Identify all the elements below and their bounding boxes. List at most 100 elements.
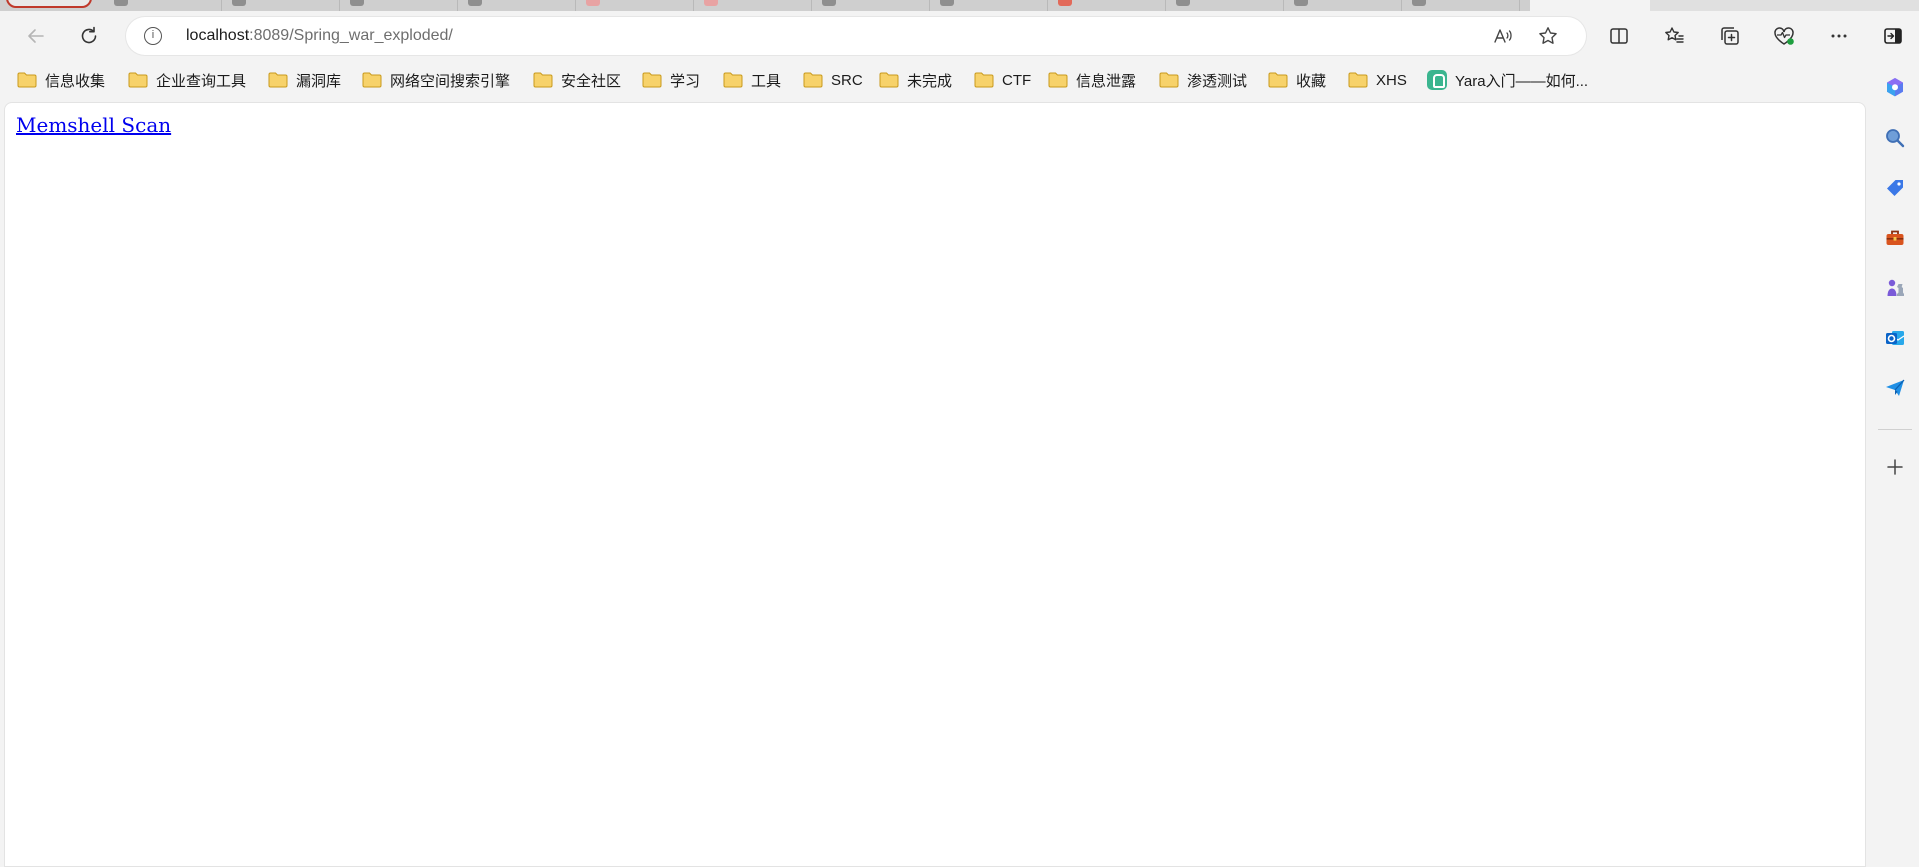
bookmark-folder[interactable]: XHS (1348, 61, 1407, 99)
tab-favicon-icon (940, 0, 954, 6)
tab-favicon-icon (350, 0, 364, 6)
folder-icon (128, 72, 148, 88)
tab[interactable] (1650, 0, 1919, 11)
tab[interactable] (576, 0, 694, 11)
tab[interactable] (340, 0, 458, 11)
favorite-star-button[interactable] (1535, 23, 1561, 49)
bookmark-label: 渗透测试 (1187, 72, 1248, 90)
tag-icon (1887, 180, 1903, 196)
bookmark-folder[interactable]: 工具 (723, 61, 781, 99)
search-icon (1886, 129, 1905, 148)
drop-button[interactable] (1882, 375, 1908, 401)
tab[interactable] (1166, 0, 1284, 11)
tab-favicon-icon (822, 0, 836, 6)
bookmark-label: 企业查询工具 (156, 72, 247, 90)
profile-button[interactable] (6, 0, 92, 8)
bookmark-label: 收藏 (1296, 72, 1327, 90)
chess-pieces-icon (1887, 279, 1904, 296)
url-host: localhost (186, 27, 250, 44)
site-info-icon[interactable]: i (144, 27, 162, 45)
add-sidebar-app-button[interactable] (1882, 454, 1908, 480)
settings-more-button[interactable] (1823, 20, 1855, 52)
bookmark-label: 信息泄露 (1076, 72, 1137, 90)
bookmark-label: 信息收集 (45, 72, 106, 90)
folder-icon (974, 72, 994, 88)
arrow-left-icon (28, 29, 44, 43)
sidebar-toggle-icon (1884, 28, 1902, 44)
tab-strip (0, 0, 1919, 11)
bookmark-folder[interactable]: 渗透测试 (1159, 61, 1247, 99)
favorites-button[interactable] (1658, 20, 1690, 52)
tab[interactable] (222, 0, 340, 11)
tab[interactable] (694, 0, 812, 11)
bookmark-folder[interactable]: 漏洞库 (268, 61, 341, 99)
search-sidebar-button[interactable] (1882, 125, 1908, 151)
bookmark-folder[interactable]: 企业查询工具 (128, 61, 246, 99)
tab[interactable] (1402, 0, 1520, 11)
collections-button[interactable] (1714, 20, 1746, 52)
refresh-icon (81, 26, 97, 44)
copilot-button[interactable] (1882, 75, 1908, 101)
tab-favicon-icon (1176, 0, 1190, 6)
tab[interactable] (1284, 0, 1402, 11)
read-aloud-button[interactable] (1490, 23, 1516, 49)
bookmark-folder[interactable]: 安全社区 (533, 61, 621, 99)
paper-plane-icon (1886, 379, 1905, 396)
bookmark-label: 安全社区 (561, 72, 622, 90)
folder-icon (723, 72, 743, 88)
plus-icon (1887, 459, 1903, 475)
tab-favicon-icon (704, 0, 718, 6)
tab[interactable] (930, 0, 1048, 11)
star-icon (1539, 27, 1557, 44)
bookmark-folder[interactable]: 信息泄露 (1048, 61, 1136, 99)
folder-icon (642, 72, 662, 88)
heart-pulse-icon (1774, 27, 1794, 45)
outlook-icon (1886, 331, 1905, 345)
bookmark-folder[interactable]: CTF (974, 61, 1031, 99)
tab-active[interactable] (1530, 0, 1650, 11)
bookmark-label: 学习 (670, 72, 701, 90)
bookmark-folder[interactable]: 学习 (642, 61, 700, 99)
folder-icon (362, 72, 382, 88)
url-text[interactable]: localhost:8089/Spring_war_exploded/ (186, 17, 453, 55)
sidebar-divider (1878, 429, 1912, 430)
sidebar-toggle-button[interactable] (1877, 20, 1909, 52)
collections-icon (1721, 27, 1739, 45)
bookmark-label: CTF (1002, 71, 1032, 89)
tab[interactable] (458, 0, 576, 11)
shopping-button[interactable] (1882, 175, 1908, 201)
folder-icon (1159, 72, 1179, 88)
folder-icon (879, 72, 899, 88)
tab-favicon-icon (1412, 0, 1426, 6)
games-button[interactable] (1882, 275, 1908, 301)
folder-icon (268, 72, 288, 88)
bookmarks-bar: 信息收集 企业查询工具 漏洞库 网络空间搜索引擎 安全社区 学习 工具 SRC … (0, 61, 1870, 99)
bookmark-folder[interactable]: 未完成 (879, 61, 952, 99)
favorites-list-icon (1665, 27, 1684, 43)
edge-sidebar (1870, 61, 1919, 867)
folder-icon (17, 72, 37, 88)
tab[interactable] (104, 0, 222, 11)
tab-favicon-icon (468, 0, 482, 6)
browser-toolbar: i localhost:8089/Spring_war_exploded/ (0, 11, 1919, 61)
bookmark-label: Yara入门——如何... (1455, 72, 1589, 90)
bookmark-folder[interactable]: 信息收集 (17, 61, 105, 99)
bookmark-label: 漏洞库 (296, 72, 342, 90)
tab[interactable] (812, 0, 930, 11)
tools-button[interactable] (1882, 225, 1908, 251)
tab-favicon-icon (1294, 0, 1308, 6)
bookmark-folder[interactable]: SRC (803, 61, 863, 99)
browser-essentials-button[interactable] (1768, 20, 1800, 52)
bookmark-link[interactable]: Yara入门——如何... (1427, 61, 1588, 99)
memshell-scan-link[interactable]: Memshell Scan (16, 113, 171, 137)
back-button[interactable] (20, 20, 52, 52)
bookmark-folder[interactable]: 收藏 (1268, 61, 1326, 99)
refresh-button[interactable] (73, 20, 105, 52)
outlook-button[interactable] (1882, 325, 1908, 351)
tab[interactable] (1048, 0, 1166, 11)
split-screen-button[interactable] (1603, 20, 1635, 52)
toolbox-icon (1886, 230, 1904, 245)
address-bar[interactable]: i localhost:8089/Spring_war_exploded/ (126, 17, 1586, 55)
bookmark-label: 未完成 (907, 72, 953, 90)
bookmark-folder[interactable]: 网络空间搜索引擎 (362, 61, 510, 99)
